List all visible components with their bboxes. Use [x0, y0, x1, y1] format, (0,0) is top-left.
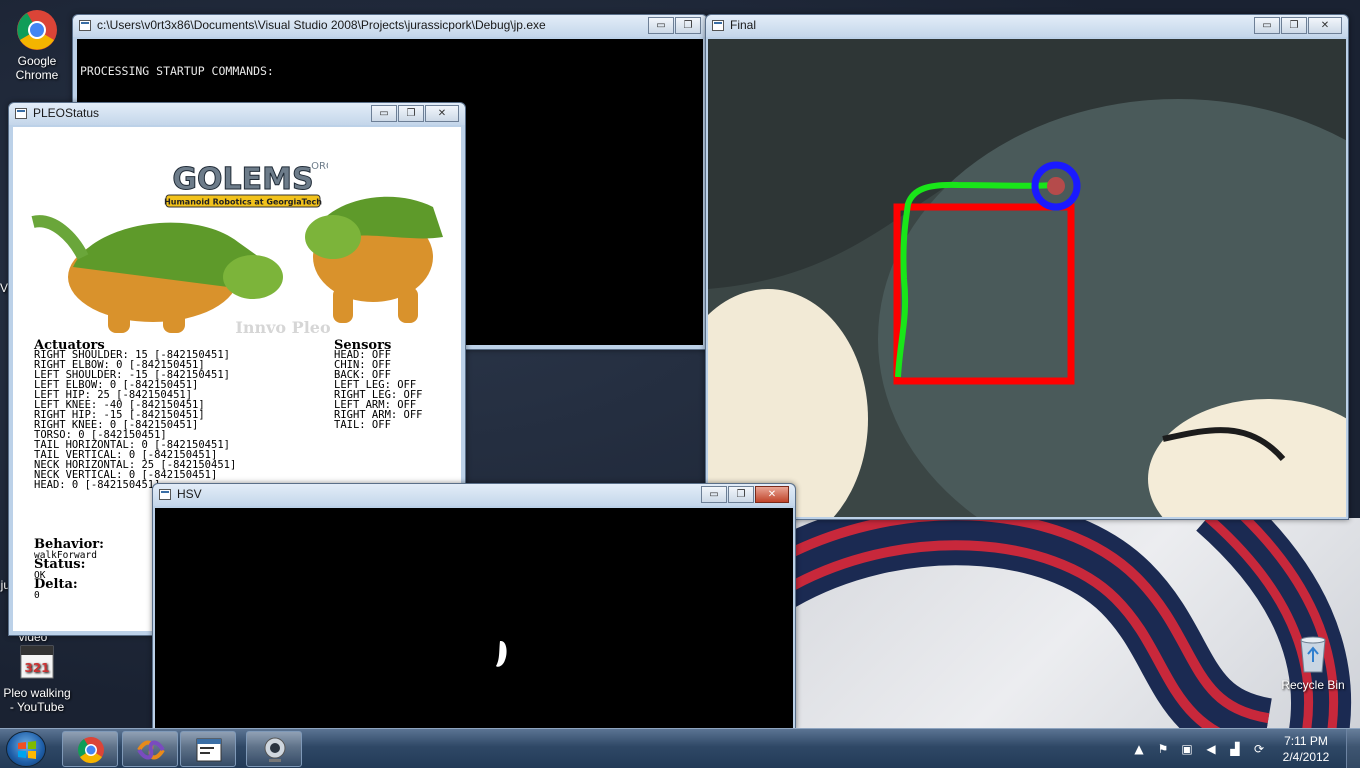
volume-icon[interactable]: ◀: [1204, 742, 1218, 756]
minimize-button[interactable]: ▭: [1254, 17, 1280, 34]
taskbar-webcam[interactable]: [246, 731, 302, 767]
svg-text:.ORG: .ORG: [308, 161, 328, 172]
clock-date: 2/4/2012: [1282, 750, 1330, 764]
delta-value: 0: [34, 590, 40, 601]
camera-view[interactable]: [708, 39, 1346, 517]
system-tray: ▲ ⚑ ▣ ◀ ▟ ⟳ 7:11 PM 2/4/2012: [1130, 729, 1360, 768]
show-hidden-icon[interactable]: ▲: [1132, 742, 1146, 756]
video-file-icon: 321: [15, 640, 59, 684]
window-title: PLEOStatus: [33, 106, 100, 120]
titlebar[interactable]: HSV ▭ ❐ ✕: [153, 484, 795, 506]
actuators-list: RIGHT SHOULDER: 15 [-842150451] RIGHT EL…: [34, 350, 236, 491]
maximize-button[interactable]: ❐: [728, 486, 754, 503]
start-button[interactable]: [6, 731, 46, 767]
delta-label: Delta:: [34, 577, 78, 592]
minimize-button[interactable]: ▭: [701, 486, 727, 503]
console-app-icon: [79, 20, 91, 31]
final-window[interactable]: Final ▭ ❐ ✕: [705, 14, 1349, 520]
watermark: Innvo Pleo: [235, 318, 331, 337]
flag-icon[interactable]: ⚑: [1156, 742, 1170, 756]
svg-text:321: 321: [24, 661, 49, 675]
desktop-icon-label: Pleo walking - YouTube: [3, 686, 71, 714]
visual-studio-icon: [137, 740, 165, 760]
golems-logo: GOLEMS .ORG Humanoid Robotics at Georgia…: [158, 157, 334, 213]
chrome-icon: [77, 737, 104, 764]
close-button[interactable]: ✕: [755, 486, 789, 503]
window-title: HSV: [177, 487, 202, 501]
console-app-icon: [196, 738, 222, 762]
device-icon[interactable]: ▣: [1180, 742, 1194, 756]
console-line: PROCESSING STARTUP COMMANDS:: [80, 64, 274, 78]
desktop-icon-label: Google Chrome: [15, 54, 59, 82]
titlebar[interactable]: PLEOStatus ▭ ❐ ✕: [9, 103, 465, 125]
close-button[interactable]: ✕: [1308, 17, 1342, 34]
sensors-list: HEAD: OFF CHIN: OFF BACK: OFF LEFT LEG: …: [334, 350, 423, 431]
clock-time: 7:11 PM: [1284, 734, 1328, 748]
taskbar-visual-studio[interactable]: [122, 731, 178, 767]
taskbar-chrome[interactable]: [62, 731, 118, 767]
desktop-icon-recycle-bin[interactable]: Recycle Bin: [1276, 632, 1350, 692]
window-app-icon: [159, 489, 171, 500]
svg-text:GOLEMS: GOLEMS: [172, 162, 313, 197]
recycle-bin-icon: [1291, 632, 1335, 676]
desktop-partial-label: V: [0, 281, 8, 295]
titlebar[interactable]: c:\Users\v0rt3x86\Documents\Visual Studi…: [73, 15, 707, 37]
show-desktop-button[interactable]: [1346, 729, 1360, 768]
window-title: Final: [730, 18, 757, 32]
sync-icon[interactable]: ⟳: [1252, 742, 1266, 756]
taskbar-console-app[interactable]: [180, 731, 236, 767]
svg-text:Humanoid Robotics at GeorgiaTe: Humanoid Robotics at GeorgiaTech: [164, 198, 322, 207]
desktop-icon-chrome[interactable]: Google Chrome: [0, 8, 74, 82]
wallpaper-logo: [796, 518, 1360, 728]
hsv-blob: [496, 640, 507, 667]
minimize-button[interactable]: ▭: [648, 17, 674, 34]
minimize-button[interactable]: ▭: [371, 105, 397, 122]
maximize-button[interactable]: ❐: [398, 105, 424, 122]
chrome-icon: [15, 8, 59, 52]
taskbar: ▲ ⚑ ▣ ◀ ▟ ⟳ 7:11 PM 2/4/2012: [0, 728, 1360, 768]
window-app-icon: [15, 108, 27, 119]
tracking-overlay: [708, 39, 1346, 517]
webcam-icon: [264, 737, 286, 762]
window-app-icon: [712, 20, 724, 31]
network-signal-icon[interactable]: ▟: [1228, 742, 1242, 756]
maximize-button[interactable]: ❐: [1281, 17, 1307, 34]
close-button[interactable]: ✕: [425, 105, 459, 122]
hsv-window[interactable]: HSV ▭ ❐ ✕: [152, 483, 796, 730]
maximize-button[interactable]: ❐: [675, 17, 701, 34]
clock[interactable]: 7:11 PM 2/4/2012: [1276, 733, 1336, 765]
desktop-icon-label: Recycle Bin: [1281, 678, 1345, 692]
hsv-mask-view[interactable]: [155, 508, 793, 729]
desktop-icon-video[interactable]: 321 Pleo walking - YouTube: [0, 640, 74, 714]
windows-logo-icon: [18, 741, 36, 759]
partial-label-v: V: [0, 281, 8, 295]
titlebar[interactable]: Final ▭ ❐ ✕: [706, 15, 1348, 37]
window-title: c:\Users\v0rt3x86\Documents\Visual Studi…: [97, 18, 546, 32]
sensor-value: TAIL: OFF: [334, 419, 391, 431]
